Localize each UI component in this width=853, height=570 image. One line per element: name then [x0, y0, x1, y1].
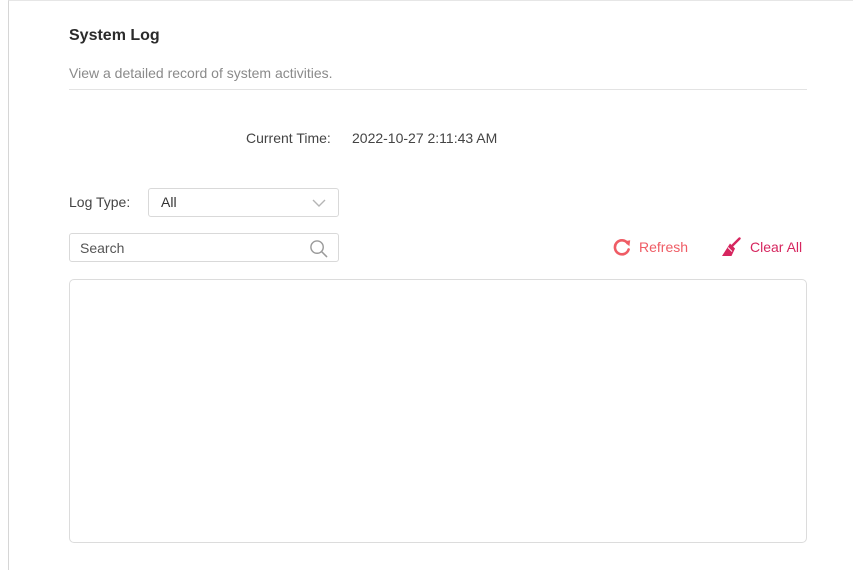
current-time-value: 2022-10-27 2:11:43 AM [352, 130, 498, 146]
page-title: System Log [69, 27, 160, 44]
search-input[interactable] [70, 234, 308, 261]
search-icon[interactable] [309, 239, 328, 258]
log-type-selected-value: All [161, 194, 177, 210]
clear-all-label: Clear All [750, 239, 803, 255]
broom-icon [722, 237, 741, 256]
chevron-down-icon [312, 199, 326, 207]
refresh-icon [613, 239, 631, 256]
clear-all-button[interactable]: Clear All [721, 237, 802, 257]
log-type-select[interactable]: All [148, 188, 339, 217]
log-output-area[interactable] [69, 279, 807, 543]
log-type-label: Log Type: [69, 194, 131, 210]
divider [69, 89, 807, 90]
refresh-button[interactable]: Refresh [612, 237, 688, 257]
current-time-label: Current Time: [246, 130, 331, 146]
search-field[interactable] [69, 233, 339, 262]
page-description: View a detailed record of system activit… [69, 65, 333, 81]
system-log-panel: System Log View a detailed record of sys… [8, 0, 853, 570]
refresh-label: Refresh [639, 239, 689, 255]
